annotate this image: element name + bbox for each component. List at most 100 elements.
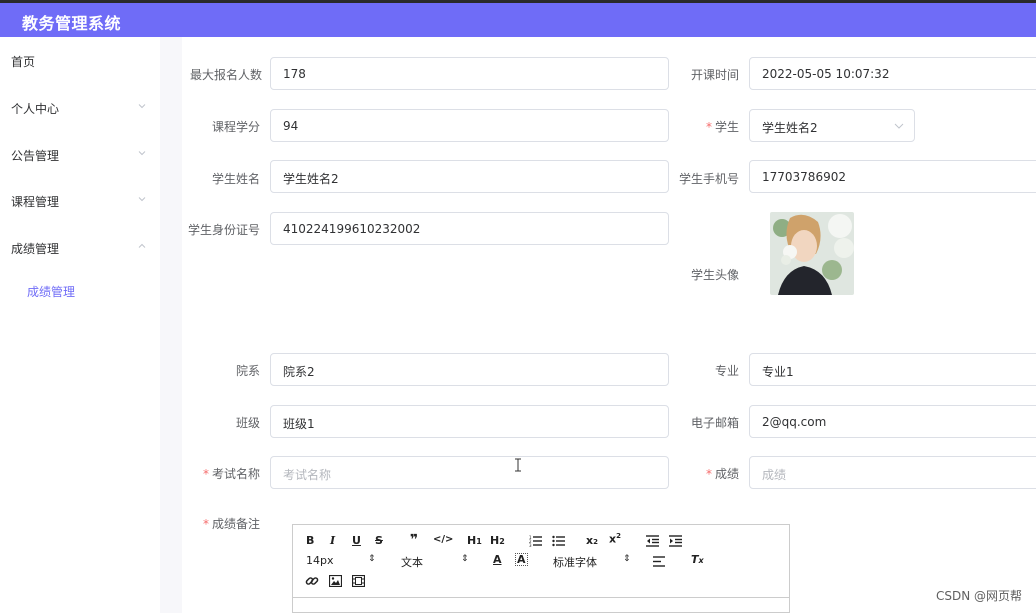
- outdent-icon[interactable]: [646, 535, 659, 547]
- major-input[interactable]: 专业1: [749, 353, 1036, 386]
- credits-value: 94: [283, 119, 299, 133]
- student-select-value: 学生姓名2: [762, 121, 818, 135]
- exam-name-label: * 考试名称: [182, 465, 260, 482]
- max-enroll-input[interactable]: 178: [270, 57, 669, 90]
- email-label: 电子邮箱: [690, 416, 739, 430]
- class-label: 班级: [235, 416, 260, 430]
- block-format-select[interactable]: 文本: [401, 554, 423, 570]
- chevron-up-icon: [138, 243, 146, 248]
- credits-input[interactable]: 94: [270, 109, 669, 142]
- sidebar-item-courses[interactable]: 课程管理: [0, 191, 160, 211]
- score-note-label-text: 成绩备注: [211, 517, 260, 531]
- student-avatar-label: 学生头像: [690, 268, 739, 282]
- blockquote-icon[interactable]: ❞: [410, 532, 418, 548]
- required-mark: *: [202, 517, 209, 531]
- sidebar-item-label: 成绩管理: [11, 242, 60, 256]
- bullet-list-icon[interactable]: [552, 535, 565, 547]
- department-label: 院系: [235, 364, 260, 378]
- required-mark: *: [705, 467, 712, 481]
- required-mark: *: [202, 467, 209, 481]
- app-header: 教务管理系统: [0, 3, 1036, 37]
- required-mark: *: [705, 120, 712, 134]
- ordered-list-icon[interactable]: 1 2 3: [529, 535, 542, 547]
- student-label-text: 学生: [714, 120, 739, 134]
- video-icon[interactable]: [352, 575, 365, 587]
- major-value: 专业1: [762, 365, 794, 379]
- sidebar-item-label: 课程管理: [11, 195, 60, 209]
- student-name-value: 学生姓名2: [283, 172, 339, 186]
- max-enroll-value: 178: [283, 67, 306, 81]
- clear-format-icon[interactable]: Tx: [691, 553, 704, 566]
- form-panel: 最大报名人数 178 开课时间 2022-05-05 10:07:32 课程学分…: [182, 37, 1036, 613]
- credits-label: 课程学分: [211, 120, 260, 134]
- sidebar-subitem-label: 成绩管理: [27, 285, 76, 299]
- department-value: 院系2: [283, 365, 315, 379]
- bold-icon[interactable]: B: [306, 534, 314, 547]
- chevron-down-icon: [138, 104, 146, 109]
- student-phone-input[interactable]: 17703786902: [749, 160, 1036, 193]
- strikethrough-icon[interactable]: S: [375, 534, 383, 547]
- sidebar-item-personal-center[interactable]: 个人中心: [0, 98, 160, 118]
- student-id-card-label: 学生身份证号: [187, 223, 260, 237]
- image-icon[interactable]: [329, 575, 342, 587]
- major-label: 专业: [714, 364, 739, 378]
- sidebar-subitem-grade-management[interactable]: 成绩管理: [0, 281, 160, 301]
- start-time-value: 2022-05-05 10:07:32: [762, 67, 890, 81]
- code-block-icon[interactable]: </>: [433, 534, 453, 545]
- chevron-updown-icon: ⇕: [368, 554, 376, 564]
- student-id-card-input[interactable]: 410224199610232002: [270, 212, 669, 245]
- sidebar: 首页 个人中心 公告管理 课程管理 成绩管理 成绩管理: [0, 37, 160, 613]
- score-note-label: * 成绩备注: [182, 515, 260, 532]
- student-avatar-image[interactable]: [770, 212, 854, 295]
- sidebar-item-label: 个人中心: [11, 102, 60, 116]
- student-select[interactable]: 学生姓名2: [749, 109, 915, 142]
- indent-icon[interactable]: [669, 535, 682, 547]
- heading2-icon[interactable]: H2: [490, 534, 505, 547]
- app-title: 教务管理系统: [22, 14, 122, 33]
- class-input[interactable]: 班级1: [270, 405, 669, 438]
- sidebar-item-announcements[interactable]: 公告管理: [0, 145, 160, 165]
- subscript-icon[interactable]: x2: [586, 534, 598, 547]
- heading1-icon[interactable]: H1: [467, 534, 482, 547]
- department-input[interactable]: 院系2: [270, 353, 669, 386]
- score-label: * 成绩: [680, 465, 739, 482]
- score-label-text: 成绩: [714, 467, 739, 481]
- italic-icon[interactable]: I: [330, 534, 335, 547]
- exam-name-placeholder: 考试名称: [283, 468, 332, 482]
- student-id-card-value: 410224199610232002: [283, 222, 421, 236]
- font-size-select[interactable]: 14px: [306, 554, 334, 567]
- underline-icon[interactable]: U: [352, 534, 361, 547]
- start-time-input[interactable]: 2022-05-05 10:07:32: [749, 57, 1036, 90]
- student-phone-value: 17703786902: [762, 170, 846, 184]
- email-value: 2@qq.com: [762, 415, 827, 429]
- align-icon[interactable]: [653, 556, 665, 567]
- superscript-icon[interactable]: x2: [609, 532, 621, 546]
- editor-toolbar: B I U S ❞ </> H1 H2 1 2 3 x2 x2 14px ⇕ 文…: [293, 525, 789, 598]
- chevron-updown-icon: ⇕: [461, 554, 469, 564]
- score-placeholder: 成绩: [762, 468, 787, 482]
- exam-name-label-text: 考试名称: [211, 467, 260, 481]
- student-name-label: 学生姓名: [211, 172, 260, 186]
- class-value: 班级1: [283, 417, 315, 431]
- font-color-icon[interactable]: A: [493, 553, 502, 566]
- main-content: 最大报名人数 178 开课时间 2022-05-05 10:07:32 课程学分…: [160, 37, 1036, 613]
- text-cursor-icon: [515, 458, 521, 472]
- sidebar-item-label: 首页: [11, 55, 36, 69]
- sidebar-item-grades[interactable]: 成绩管理: [0, 238, 160, 258]
- svg-text:3: 3: [529, 543, 532, 547]
- link-icon[interactable]: [305, 574, 319, 588]
- sidebar-item-home[interactable]: 首页: [0, 51, 160, 71]
- student-phone-label: 学生手机号: [678, 172, 739, 186]
- chevron-down-icon: [138, 197, 146, 202]
- font-family-select[interactable]: 标准字体: [553, 554, 597, 570]
- student-name-input[interactable]: 学生姓名2: [270, 160, 669, 193]
- exam-name-input[interactable]: 考试名称: [270, 456, 669, 489]
- chevron-updown-icon: ⇕: [623, 554, 631, 564]
- max-enroll-label: 最大报名人数: [190, 68, 263, 82]
- background-color-icon[interactable]: A: [515, 553, 528, 566]
- editor-content-area[interactable]: [293, 598, 789, 612]
- watermark: CSDN @网页帮: [935, 589, 1022, 603]
- start-time-label: 开课时间: [690, 68, 739, 82]
- score-input[interactable]: 成绩: [749, 456, 1036, 489]
- email-input[interactable]: 2@qq.com: [749, 405, 1036, 438]
